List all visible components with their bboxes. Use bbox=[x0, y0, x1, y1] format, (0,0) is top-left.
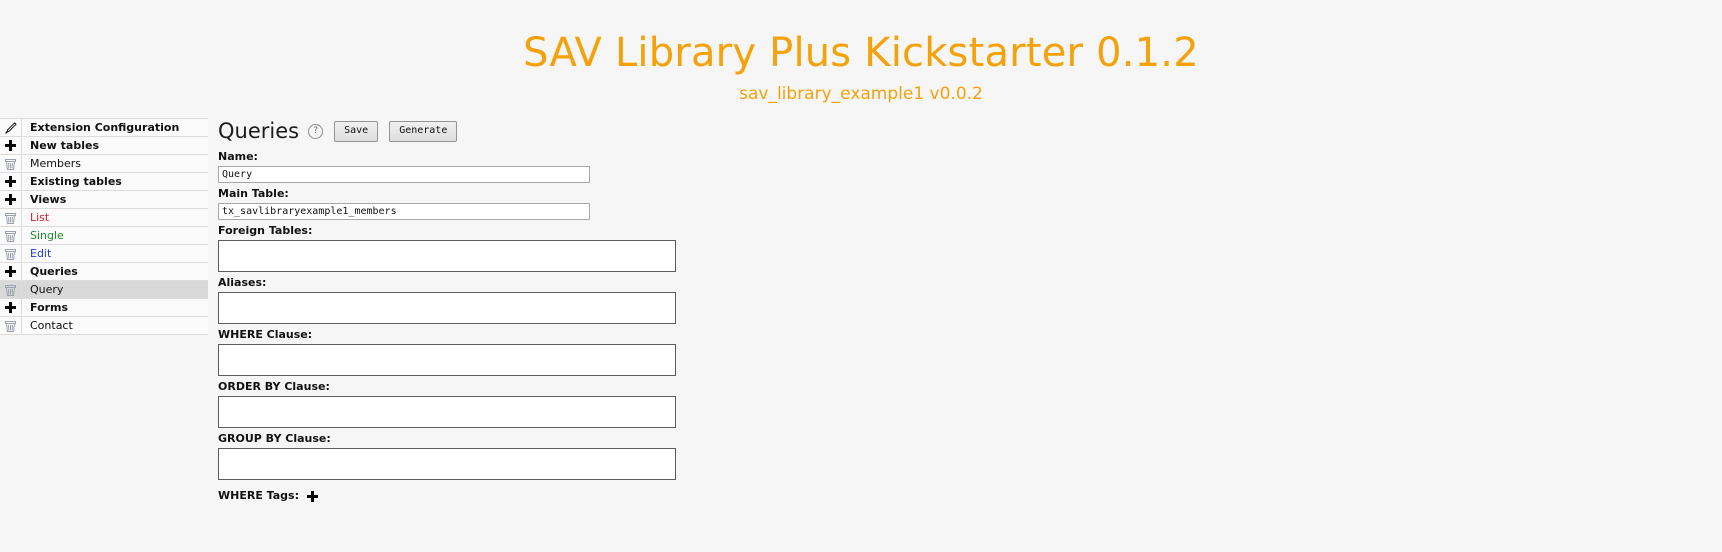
trash-icon[interactable] bbox=[0, 155, 22, 172]
input-name[interactable] bbox=[218, 166, 590, 183]
query-form: Name: Main Table: Foreign Tables: Aliases: W… bbox=[218, 150, 1722, 480]
sidebar-item-label: New tables bbox=[30, 139, 99, 152]
app-title: SAV Library Plus Kickstarter 0.1.2 bbox=[523, 30, 1199, 76]
field-label-order-by-clause: ORDER BY Clause: bbox=[218, 380, 330, 393]
input-group-by-clause[interactable] bbox=[218, 448, 676, 480]
trash-icon bbox=[5, 320, 16, 332]
field-main-table: Main Table: bbox=[218, 187, 1722, 220]
sidebar-nav: Extension Configuration New tables Members… bbox=[0, 118, 208, 335]
sidebar-item-label: Query bbox=[30, 283, 64, 296]
trash-icon[interactable] bbox=[0, 227, 22, 244]
sidebar-item-label: Single bbox=[30, 229, 64, 242]
content-title-bar: Queries ? Save Generate bbox=[218, 118, 1722, 146]
trash-icon bbox=[5, 230, 16, 242]
input-order-by-clause[interactable] bbox=[218, 396, 676, 428]
field-label-where-clause: WHERE Clause: bbox=[218, 328, 313, 341]
sidebar-item-label: Forms bbox=[30, 301, 69, 314]
plus-icon[interactable] bbox=[0, 191, 22, 208]
page-body: Extension Configuration New tables Members… bbox=[0, 118, 1722, 552]
field-label-name: Name: bbox=[218, 150, 258, 163]
input-foreign-tables[interactable] bbox=[218, 240, 676, 272]
plus-icon[interactable] bbox=[0, 173, 22, 190]
field-name: Name: bbox=[218, 150, 1722, 183]
help-icon[interactable]: ? bbox=[308, 123, 324, 139]
sidebar-item-existing-tables[interactable]: Existing tables bbox=[0, 173, 208, 191]
input-main-table[interactable] bbox=[218, 203, 590, 220]
plus-icon bbox=[5, 140, 16, 151]
trash-icon bbox=[5, 284, 16, 296]
plus-icon bbox=[5, 176, 16, 187]
plus-icon[interactable] bbox=[0, 299, 22, 316]
sidebar-item-queries[interactable]: Queries bbox=[0, 263, 208, 281]
sidebar-item-members[interactable]: Members bbox=[0, 155, 208, 173]
sidebar-item-label: Edit bbox=[30, 247, 52, 260]
page-title: Queries bbox=[218, 119, 300, 143]
input-where-clause[interactable] bbox=[218, 344, 676, 376]
plus-icon[interactable] bbox=[0, 137, 22, 154]
trash-icon bbox=[5, 158, 16, 170]
sidebar-item-label: Queries bbox=[30, 265, 78, 278]
app-header: SAV Library Plus Kickstarter 0.1.2 sav_l… bbox=[0, 0, 1722, 106]
sidebar-item-label: List bbox=[30, 211, 50, 224]
sidebar-item-label: Contact bbox=[30, 319, 73, 332]
sidebar-item-forms[interactable]: Forms bbox=[0, 299, 208, 317]
trash-icon[interactable] bbox=[0, 281, 22, 298]
sidebar-item-new-tables[interactable]: New tables bbox=[0, 137, 208, 155]
sidebar-item-views[interactable]: Views bbox=[0, 191, 208, 209]
main-content: Queries ? Save Generate Name: Main Table:… bbox=[208, 118, 1722, 503]
app-subtitle: sav_library_example1 v0.0.2 bbox=[739, 84, 983, 104]
field-label-aliases: Aliases: bbox=[218, 276, 267, 289]
pencil-icon[interactable] bbox=[0, 119, 22, 136]
trash-icon bbox=[5, 248, 16, 260]
where-tags-label: WHERE Tags: bbox=[218, 489, 299, 502]
sidebar-item-extension-configuration[interactable]: Extension Configuration bbox=[0, 119, 208, 137]
sidebar-item-single[interactable]: Single bbox=[0, 227, 208, 245]
input-aliases[interactable] bbox=[218, 292, 676, 324]
sidebar-item-edit[interactable]: Edit bbox=[0, 245, 208, 263]
plus-icon[interactable] bbox=[307, 490, 318, 502]
plus-icon bbox=[5, 302, 16, 313]
trash-icon[interactable] bbox=[0, 317, 22, 334]
generate-button[interactable]: Generate bbox=[389, 120, 458, 142]
where-tags-row: WHERE Tags: bbox=[218, 489, 1722, 503]
trash-icon[interactable] bbox=[0, 209, 22, 226]
save-button[interactable]: Save bbox=[334, 120, 379, 142]
field-label-group-by-clause: GROUP BY Clause: bbox=[218, 432, 331, 445]
plus-icon bbox=[5, 194, 16, 205]
sidebar-item-label: Views bbox=[30, 193, 67, 206]
field-where-clause: WHERE Clause: bbox=[218, 328, 1722, 376]
field-label-main-table: Main Table: bbox=[218, 187, 289, 200]
sidebar-item-label: Members bbox=[30, 157, 81, 170]
sidebar-item-query[interactable]: Query bbox=[0, 281, 208, 299]
field-group-by-clause: GROUP BY Clause: bbox=[218, 432, 1722, 480]
plus-icon[interactable] bbox=[0, 263, 22, 280]
sidebar-item-label: Extension Configuration bbox=[30, 121, 180, 134]
field-foreign-tables: Foreign Tables: bbox=[218, 224, 1722, 272]
field-label-foreign-tables: Foreign Tables: bbox=[218, 224, 313, 237]
trash-icon[interactable] bbox=[0, 245, 22, 262]
field-aliases: Aliases: bbox=[218, 276, 1722, 324]
sidebar-item-list[interactable]: List bbox=[0, 209, 208, 227]
pencil-icon bbox=[4, 121, 17, 134]
trash-icon bbox=[5, 212, 16, 224]
plus-icon bbox=[5, 266, 16, 277]
sidebar-item-contact[interactable]: Contact bbox=[0, 317, 208, 335]
field-order-by-clause: ORDER BY Clause: bbox=[218, 380, 1722, 428]
sidebar-item-label: Existing tables bbox=[30, 175, 122, 188]
